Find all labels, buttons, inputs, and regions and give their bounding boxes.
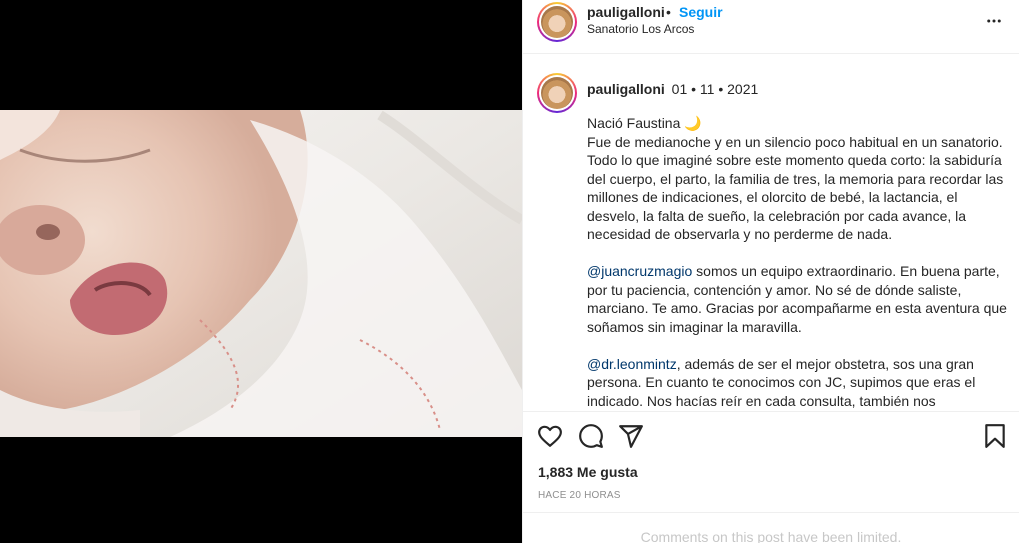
post-photo[interactable] — [0, 110, 522, 437]
caption-title: Nació Faustina 🌙 — [587, 115, 702, 131]
post-media[interactable] — [0, 0, 522, 543]
bookmark-icon[interactable] — [982, 423, 1008, 449]
caption-section: pauligalloni 01 • 11 • 2021 Nació Fausti… — [523, 55, 1019, 411]
heart-icon[interactable] — [537, 423, 563, 449]
more-options-icon[interactable] — [985, 12, 1003, 30]
comments-limited-notice: Comments on this post have been limited. — [523, 512, 1019, 543]
avatar[interactable] — [537, 2, 577, 42]
location-link[interactable]: Sanatorio Los Arcos — [587, 22, 694, 36]
caption-avatar[interactable] — [537, 73, 577, 113]
mention-juancruzmagio[interactable]: @juancruzmagio — [587, 263, 692, 279]
caption-text: Nació Faustina 🌙 Fue de medianoche y en … — [587, 114, 1007, 411]
likes-count[interactable]: 1,883 Me gusta — [538, 464, 638, 480]
caption-header: pauligalloni 01 • 11 • 2021 — [587, 81, 758, 97]
caption-username[interactable]: pauligalloni — [587, 81, 665, 97]
comments-limited-text: Comments on this post have been limited. — [640, 529, 902, 543]
post-details-panel: pauligalloni • Seguir Sanatorio Los Arco… — [522, 0, 1019, 543]
baby-photo-image — [0, 110, 522, 437]
action-bar — [523, 411, 1019, 459]
follow-button[interactable]: Seguir — [679, 4, 723, 20]
post-date: 01 • 11 • 2021 — [671, 81, 759, 97]
post-header: pauligalloni • Seguir Sanatorio Los Arco… — [523, 0, 1019, 54]
comment-icon[interactable] — [578, 423, 604, 449]
post-time-ago[interactable]: HACE 20 HORAS — [538, 490, 621, 501]
mention-dr-leonmintz[interactable]: @dr.leonmintz — [587, 356, 677, 372]
share-icon[interactable] — [618, 423, 644, 449]
header-separator: • — [666, 4, 671, 20]
caption-paragraph-1: Fue de medianoche y en un silencio poco … — [587, 133, 1004, 243]
header-username[interactable]: pauligalloni — [587, 4, 665, 20]
